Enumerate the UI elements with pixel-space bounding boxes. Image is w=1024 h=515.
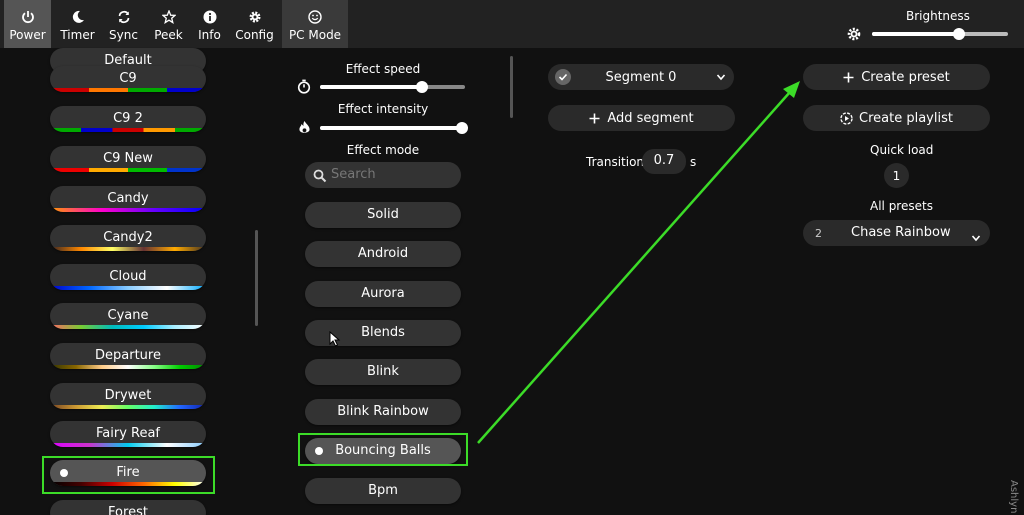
watermark: Ashlyn (1008, 480, 1019, 514)
annotation-arrow (477, 81, 800, 444)
mouse-cursor-icon (329, 331, 341, 347)
